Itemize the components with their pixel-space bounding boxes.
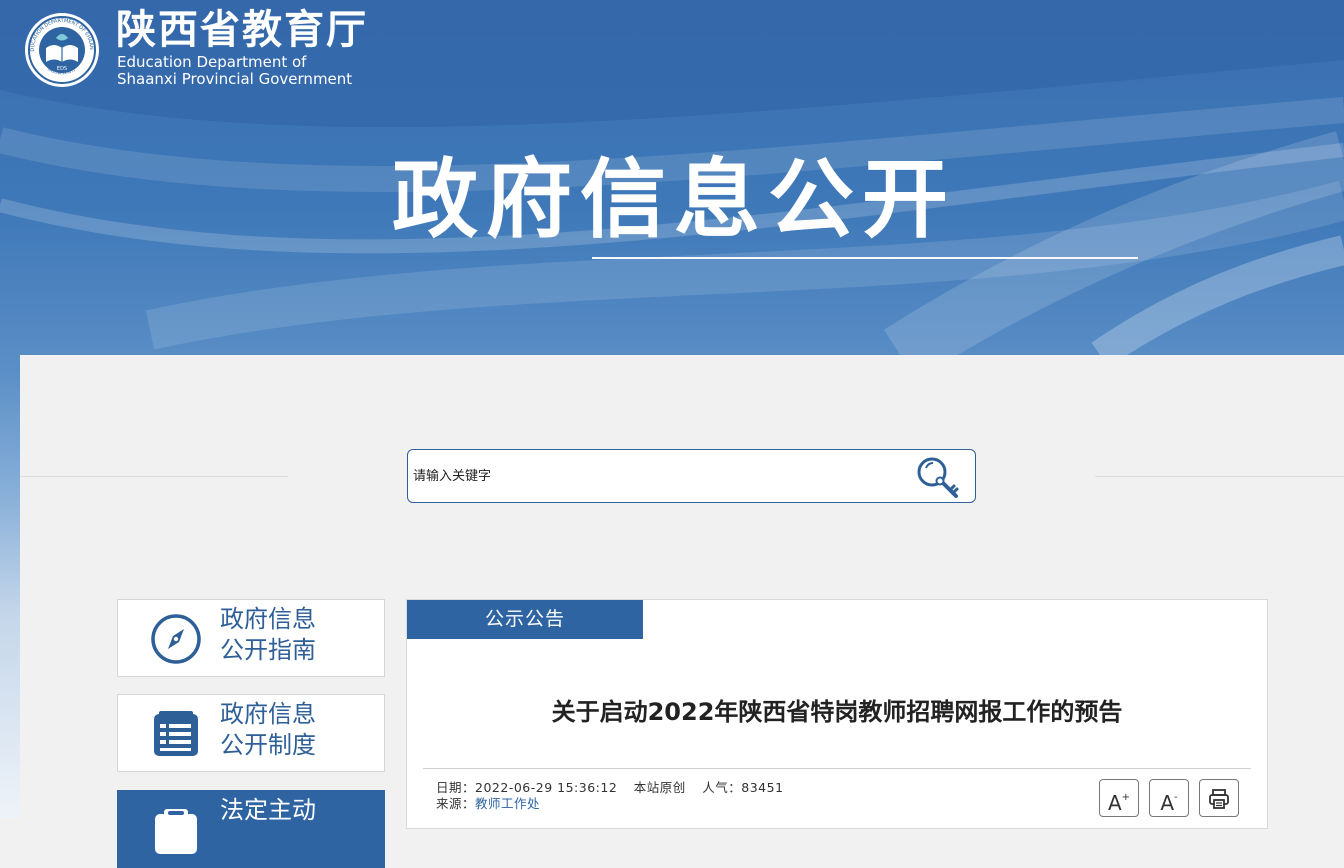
magnifier-key-icon[interactable]: [914, 454, 962, 500]
clipboard-icon: [155, 809, 197, 854]
hero-title: 政府信息公开: [392, 150, 956, 250]
font-decrease-button[interactable]: A-: [1149, 779, 1189, 817]
compass-icon: [151, 614, 201, 664]
article-meta: 日期：2022-06-29 15:36:12 本站原创 人气：83451: [436, 780, 796, 796]
search-input[interactable]: [413, 451, 903, 501]
sidebar-item-label: 政府信息 公开指南: [220, 605, 316, 664]
article-card: 公示公告 关于启动2022年陕西省特岗教师招聘网报工作的预告 日期：2022-0…: [406, 599, 1268, 829]
sidebar-item-statutory[interactable]: 法定主动: [117, 790, 385, 868]
tab-announcements[interactable]: 公示公告: [407, 600, 643, 639]
org-logo-icon[interactable]: EDS EDUCATION DEPARTMENT OF SHAANXI 陕西省教…: [24, 12, 100, 88]
org-name-en-line2: Shaanxi Provincial Government: [117, 70, 353, 88]
org-name-en-line1: Education Department of: [117, 53, 307, 71]
search-divider-right: [1095, 476, 1344, 477]
sidebar-item-system[interactable]: 政府信息 公开制度: [117, 694, 385, 772]
sidebar-item-label: 法定主动: [220, 796, 316, 824]
meta-date: 日期：2022-06-29 15:36:12: [436, 780, 618, 795]
search-box: [407, 449, 976, 503]
article-title: 关于启动2022年陕西省特岗教师招聘网报工作的预告: [551, 698, 1123, 726]
printer-icon: [1209, 789, 1229, 809]
hero-underline: [592, 257, 1138, 259]
sidebar-item-label: 政府信息 公开制度: [220, 700, 316, 759]
meta-source-link[interactable]: 教师工作处: [475, 796, 540, 811]
document-list-icon: [154, 711, 198, 756]
meta-origin: 本站原创: [633, 780, 686, 795]
article-divider: [423, 768, 1251, 769]
meta-views: 人气：83451: [702, 780, 784, 795]
org-name-cn[interactable]: 陕西省教育厅: [116, 6, 368, 54]
font-increase-button[interactable]: A+: [1099, 779, 1139, 817]
article-source: 来源：教师工作处: [436, 796, 540, 812]
sidebar-item-guide[interactable]: 政府信息 公开指南: [117, 599, 385, 677]
search-divider-left: [20, 476, 288, 477]
print-button[interactable]: [1199, 779, 1239, 817]
meta-source-label: 来源：: [436, 796, 476, 811]
